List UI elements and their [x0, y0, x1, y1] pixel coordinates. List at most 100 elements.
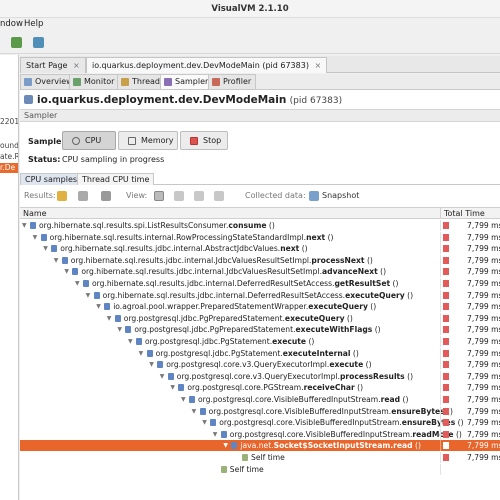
table-row[interactable]: ▼ org.postgresql.core.PGStream.receiveCha…	[20, 382, 500, 394]
method-args: ()	[412, 441, 421, 451]
tab-thread-cpu-time[interactable]: Thread CPU time	[77, 173, 155, 185]
method-name: org.postgresql.jdbc.PgPreparedStatement.…	[124, 313, 353, 324]
method-name: org.postgresql.core.v3.QueryExecutorImpl…	[177, 371, 413, 382]
total-time-cell: 7,799 ms	[440, 370, 500, 382]
expand-toggle-icon[interactable]: ▼	[86, 290, 91, 301]
tab-profiler[interactable]: Profiler	[208, 74, 257, 89]
expand-toggle-icon[interactable]: ▼	[202, 417, 207, 428]
view-tabs: Overview Monitor Threads Sampler Profile…	[20, 74, 500, 90]
snapshot-button[interactable]: Snapshot	[322, 191, 359, 200]
table-row[interactable]: ▼ org.postgresql.jdbc.PgStatement.execute…	[20, 336, 500, 347]
tab-sampler[interactable]: Sampler	[160, 74, 214, 89]
method-args: ()	[364, 255, 373, 265]
column-header-name[interactable]: Name	[23, 208, 47, 219]
add-jmx-connection-icon[interactable]	[33, 37, 44, 48]
table-row[interactable]: ▼ org.postgresql.core.v3.QueryExecutorImp…	[20, 370, 500, 382]
table-row[interactable]: ▼ org.postgresql.jdbc.PgStatement.execute…	[20, 347, 500, 359]
table-row[interactable]: ▼ org.hibernate.sql.results.jdbc.internal…	[20, 266, 500, 278]
table-row[interactable]: Self time 7,799 ms	[20, 452, 500, 463]
pause-icon[interactable]	[57, 191, 67, 201]
expand-toggle-icon[interactable]: ▼	[213, 429, 218, 440]
expand-toggle-icon[interactable]: ▼	[64, 266, 69, 277]
total-time-value: 7,799 ms	[467, 395, 500, 404]
refresh-icon[interactable]	[78, 191, 88, 201]
table-row[interactable]: ▼ org.hibernate.sql.results.jdbc.internal…	[20, 243, 500, 255]
expand-toggle-icon[interactable]: ▼	[149, 359, 154, 370]
button-label: CPU	[85, 136, 102, 145]
time-bar	[443, 268, 449, 276]
snapshot-icon[interactable]	[309, 191, 319, 201]
table-row[interactable]: ▼ org.hibernate.sql.results.jdbc.internal…	[20, 254, 500, 266]
expand-toggle-icon[interactable]: ▼	[43, 243, 48, 254]
total-time-value: 7,799 ms	[467, 325, 500, 335]
expand-toggle-icon[interactable]: ▼	[117, 324, 122, 335]
total-time-value: 7,799 ms	[467, 383, 500, 393]
table-row[interactable]: ▼ org.postgresql.core.VisibleBufferedInpu…	[20, 394, 500, 405]
close-icon[interactable]: ×	[315, 61, 322, 70]
total-time-value: 7,799 ms	[467, 360, 500, 370]
class-name: org.hibernate.sql.results.jdbc.internal.…	[60, 244, 281, 254]
table-row[interactable]: ▼ io.agroal.pool.wrapper.PreparedStatemen…	[20, 301, 500, 313]
app-pid: (pid 67383)	[289, 96, 343, 106]
app-tree-item-selected[interactable]: r.De	[0, 163, 18, 173]
add-application-icon[interactable]	[11, 37, 22, 48]
table-row[interactable]: ▼ org.hibernate.sql.results.jdbc.internal…	[20, 278, 500, 289]
expand-toggle-icon[interactable]: ▼	[223, 440, 228, 451]
expand-toggle-icon[interactable]: ▼	[160, 371, 165, 382]
tab-cpu-samples[interactable]: CPU samples	[20, 173, 83, 185]
tree-view-icon[interactable]	[154, 191, 164, 201]
class-name: java.net.	[240, 441, 274, 451]
column-header-total-time[interactable]: Total Time	[440, 208, 500, 219]
table-row[interactable]: Self time	[20, 463, 500, 475]
method-name-bold: ensureBytes	[391, 406, 445, 416]
results-label: Results:	[24, 191, 56, 200]
app-tree-item[interactable]: ound	[0, 141, 18, 150]
method-name: java.net.Socket$SocketInputStream.read (…	[240, 440, 421, 451]
memory-icon	[128, 137, 136, 145]
class-name: org.hibernate.sql.results.jdbc.internal.…	[70, 255, 312, 265]
expand-toggle-icon[interactable]: ▼	[96, 301, 101, 312]
table-row[interactable]: ▼ org.postgresql.core.v3.QueryExecutorImp…	[20, 359, 500, 371]
expand-toggle-icon[interactable]: ▼	[75, 278, 80, 289]
tab-label: Overview	[35, 77, 73, 86]
reset-icon[interactable]	[101, 191, 111, 201]
memory-button[interactable]: Memory	[118, 131, 178, 150]
combined-view-icon[interactable]	[194, 191, 204, 201]
expand-toggle-icon[interactable]: ▼	[54, 255, 59, 266]
table-row[interactable]: ▼ org.hibernate.sql.results.spi.ListResul…	[20, 220, 500, 231]
stop-button[interactable]: Stop	[180, 131, 228, 150]
table-row[interactable]: ▼ org.postgresql.core.VisibleBufferedInpu…	[20, 405, 500, 417]
close-icon[interactable]: ×	[73, 61, 80, 70]
cpu-button[interactable]: CPU	[62, 131, 116, 150]
table-row-selected[interactable]: ▼ java.net.Socket$SocketInputStream.read …	[20, 440, 500, 452]
filter-icon[interactable]	[214, 191, 224, 201]
expand-toggle-icon[interactable]: ▼	[170, 382, 175, 393]
menu-window[interactable]: ndow	[0, 19, 23, 29]
expand-toggle-icon[interactable]: ▼	[139, 348, 144, 359]
expand-toggle-icon[interactable]: ▼	[22, 220, 27, 231]
method-name: Self time	[230, 464, 264, 475]
app-tree-item[interactable]: ate.R	[0, 152, 18, 161]
main-toolbar	[0, 32, 500, 54]
tab-start-page[interactable]: Start Page ×	[20, 57, 86, 73]
class-name: org.hibernate.sql.results.jdbc.internal.…	[92, 279, 335, 288]
table-row[interactable]: ▼ org.hibernate.sql.results.internal.RowP…	[20, 231, 500, 243]
expand-toggle-icon[interactable]: ▼	[107, 313, 112, 324]
hot-spots-icon[interactable]	[174, 191, 184, 201]
expand-toggle-icon[interactable]: ▼	[192, 406, 197, 417]
total-time-cell: 7,799 ms	[440, 452, 500, 463]
table-row[interactable]: ▼ org.postgresql.core.VisibleBufferedInpu…	[20, 417, 500, 429]
expand-toggle-icon[interactable]: ▼	[33, 232, 38, 243]
tab-label: Monitor	[84, 77, 115, 86]
menu-help[interactable]: Help	[24, 19, 43, 29]
table-row[interactable]: ▼ org.hibernate.sql.results.jdbc.internal…	[20, 289, 500, 301]
table-row[interactable]: ▼ org.postgresql.core.VisibleBufferedInpu…	[20, 428, 500, 440]
expand-toggle-icon[interactable]: ▼	[128, 336, 133, 347]
table-row[interactable]: ▼ org.postgresql.jdbc.PgPreparedStatement…	[20, 324, 500, 336]
expand-toggle-icon[interactable]: ▼	[181, 394, 186, 405]
app-tree-item[interactable]: 2201	[0, 117, 18, 126]
time-bar	[443, 303, 449, 311]
table-row[interactable]: ▼ org.postgresql.jdbc.PgPreparedStatement…	[20, 312, 500, 324]
tab-devmodemain[interactable]: io.quarkus.deployment.dev.DevModeMain (p…	[86, 57, 328, 73]
tab-monitor[interactable]: Monitor	[69, 74, 120, 89]
